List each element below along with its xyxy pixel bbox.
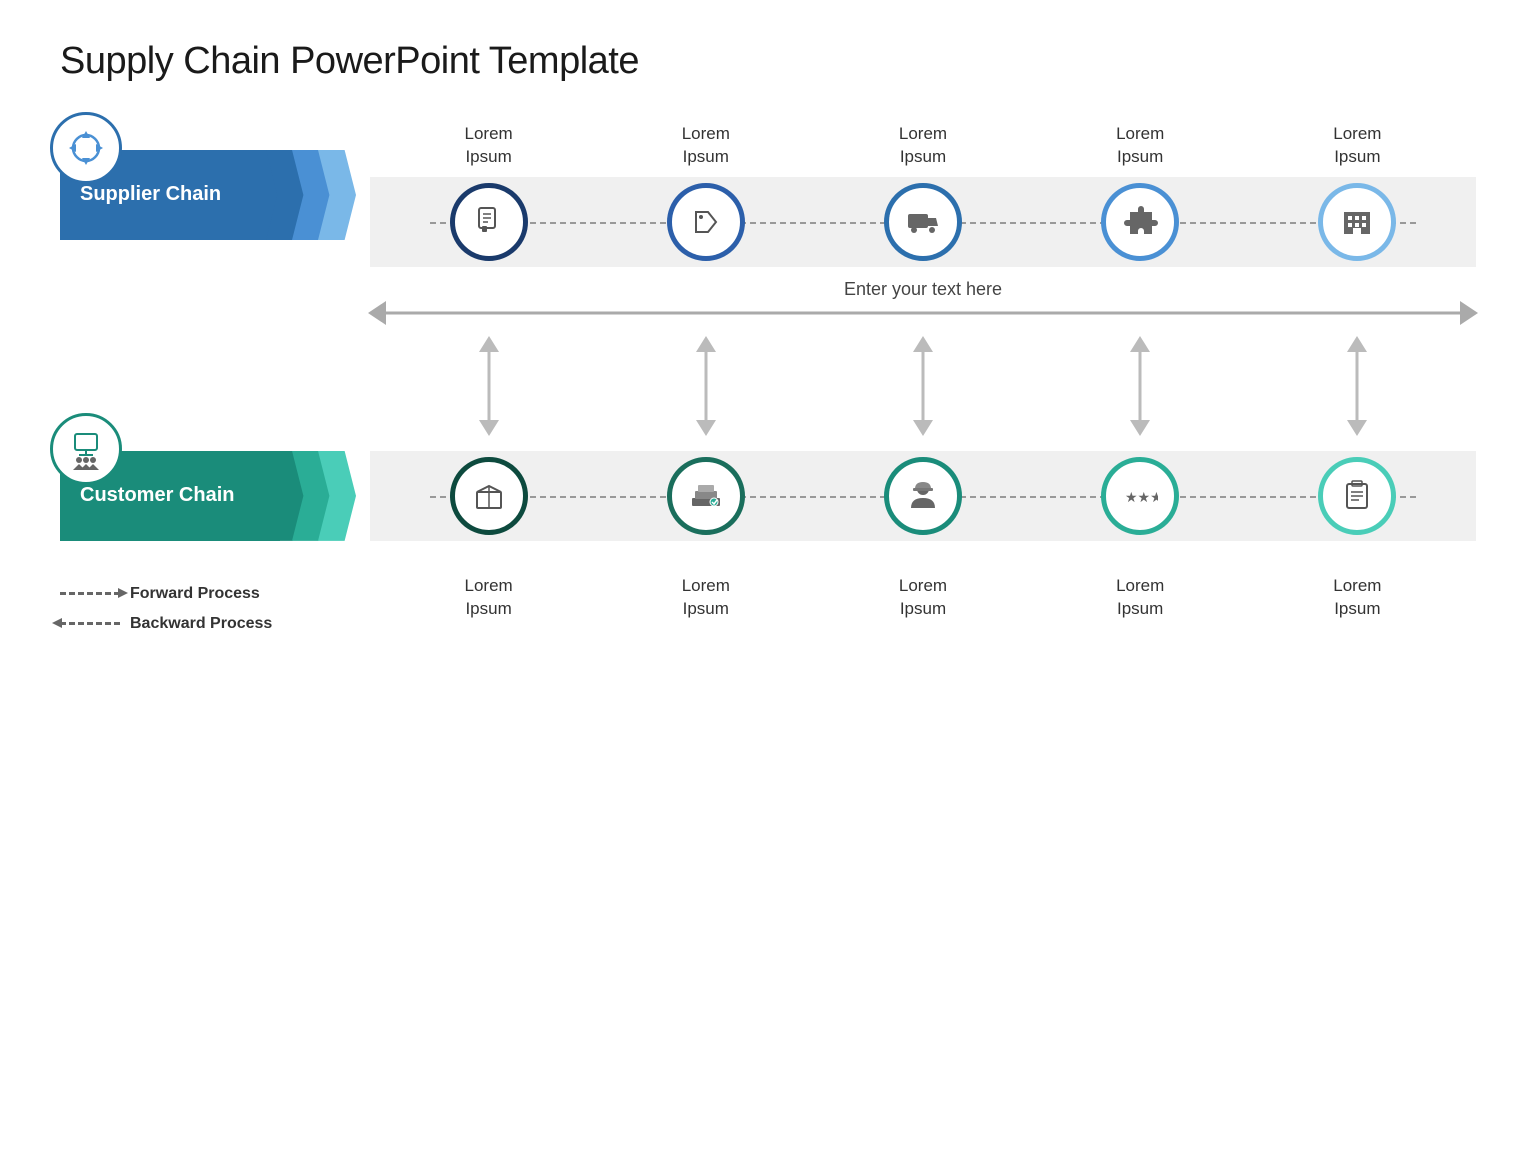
backward-process-label: Backward Process [130,615,272,633]
customer-label-below-4: LoremIpsum [1292,575,1422,621]
vertical-arrows [370,336,1476,436]
middle-section: Enter your text here [60,277,1476,441]
supplier-icon-circle [50,112,122,184]
document-icon [471,204,507,240]
customer-label-text: Customer Chain [80,484,270,507]
supplier-label-2: LoremIpsum [858,123,988,169]
customer-circle-4: ★★★ [1101,457,1179,535]
arrow-down-5 [1347,420,1367,436]
vert-arrow-shaft-5 [1348,336,1366,436]
legend-section: Forward Process Backward Process [60,561,370,633]
supplier-label-0: LoremIpsum [424,123,554,169]
customer-circle-2 [667,457,745,535]
vert-arrow-shaft-1 [480,336,498,436]
supplier-label-1: LoremIpsum [641,123,771,169]
vert-arrow-3 [914,336,932,436]
supplier-cycle-icon [65,127,107,169]
legend-bottom-row: Forward Process Backward Process LoremIp… [60,561,1476,633]
page: Supply Chain PowerPoint Template [0,0,1536,1152]
supplier-circles-row [370,177,1476,267]
arrow-down-4 [1130,420,1150,436]
arrow-down-1 [479,420,499,436]
arrow-up-5 [1347,336,1367,352]
customer-right: ★★★ [370,451,1476,541]
supplier-label-4: LoremIpsum [1292,123,1422,169]
customer-icon-circle [50,413,122,485]
supplier-label-text: Supplier Chain [80,183,270,206]
vert-arrow-1 [480,336,498,436]
vert-arrow-5 [1348,336,1366,436]
customer-circle-5 [1318,457,1396,535]
supplier-circle-2 [667,183,745,261]
customer-label-below-0: LoremIpsum [424,575,554,621]
tag-icon [688,204,724,240]
supplier-chevrons [278,150,356,240]
arrow-down-2 [696,420,716,436]
stars-icon: ★★★ [1122,478,1158,514]
truck-icon [905,204,941,240]
customer-circle-1 [450,457,528,535]
legend-forward: Forward Process [60,585,370,603]
customer-people-icon [65,428,107,470]
vert-arrow-shaft-3 [914,336,932,436]
supplier-label-3: LoremIpsum [1075,123,1205,169]
legend-backward: Backward Process [60,615,370,633]
customer-label-below-3: LoremIpsum [1075,575,1205,621]
vert-arrow-4 [1131,336,1149,436]
customer-labels-below: LoremIpsum LoremIpsum LoremIpsum LoremIp… [370,575,1476,621]
supplier-circle-1 [450,183,528,261]
vert-arrow-2 [697,336,715,436]
arrow-down-3 [913,420,933,436]
horizontal-arrow-container: Enter your text here [370,277,1476,325]
box-icon [471,478,507,514]
page-title: Supply Chain PowerPoint Template [60,40,1476,83]
clipboard-icon [1339,478,1375,514]
vert-arrow-shaft-2 [697,336,715,436]
supplier-circle-4 [1101,183,1179,261]
supplier-right: LoremIpsum LoremIpsum LoremIpsum LoremIp… [370,123,1476,267]
supplier-circle-5 [1318,183,1396,261]
arrow-right-head [1460,301,1478,325]
person-icon [905,478,941,514]
legend-items: Forward Process Backward Process [60,585,370,633]
backward-process-line [60,622,120,625]
arrow-up-3 [913,336,933,352]
supplier-section: Supplier Chain LoremIpsum LoremIpsum Lor… [60,123,1476,267]
customer-circle-3 [884,457,962,535]
arrow-line [370,311,1476,314]
customer-left: Customer Chain [60,451,370,541]
customer-chevrons [278,451,356,541]
customer-label-below-2: LoremIpsum [858,575,988,621]
arrow-left-head [368,301,386,325]
middle-text: Enter your text here [844,279,1002,300]
customer-section: Customer Chain [60,451,1476,541]
supplier-circle-3 [884,183,962,261]
forward-process-label: Forward Process [130,585,260,603]
customer-circles-row: ★★★ [370,451,1476,541]
vert-arrow-shaft-4 [1131,336,1149,436]
arrow-up-4 [1130,336,1150,352]
stack-icon [688,478,724,514]
forward-process-line [60,592,120,595]
arrow-up-2 [696,336,716,352]
supplier-labels-above: LoremIpsum LoremIpsum LoremIpsum LoremIp… [370,123,1476,169]
customer-label-below-1: LoremIpsum [641,575,771,621]
bottom-labels-section: LoremIpsum LoremIpsum LoremIpsum LoremIp… [370,561,1476,621]
arrow-up-1 [479,336,499,352]
puzzle-icon [1122,204,1158,240]
building-icon [1339,204,1375,240]
supplier-left: Supplier Chain [60,150,370,240]
svg-text:★★★: ★★★ [1125,489,1158,505]
